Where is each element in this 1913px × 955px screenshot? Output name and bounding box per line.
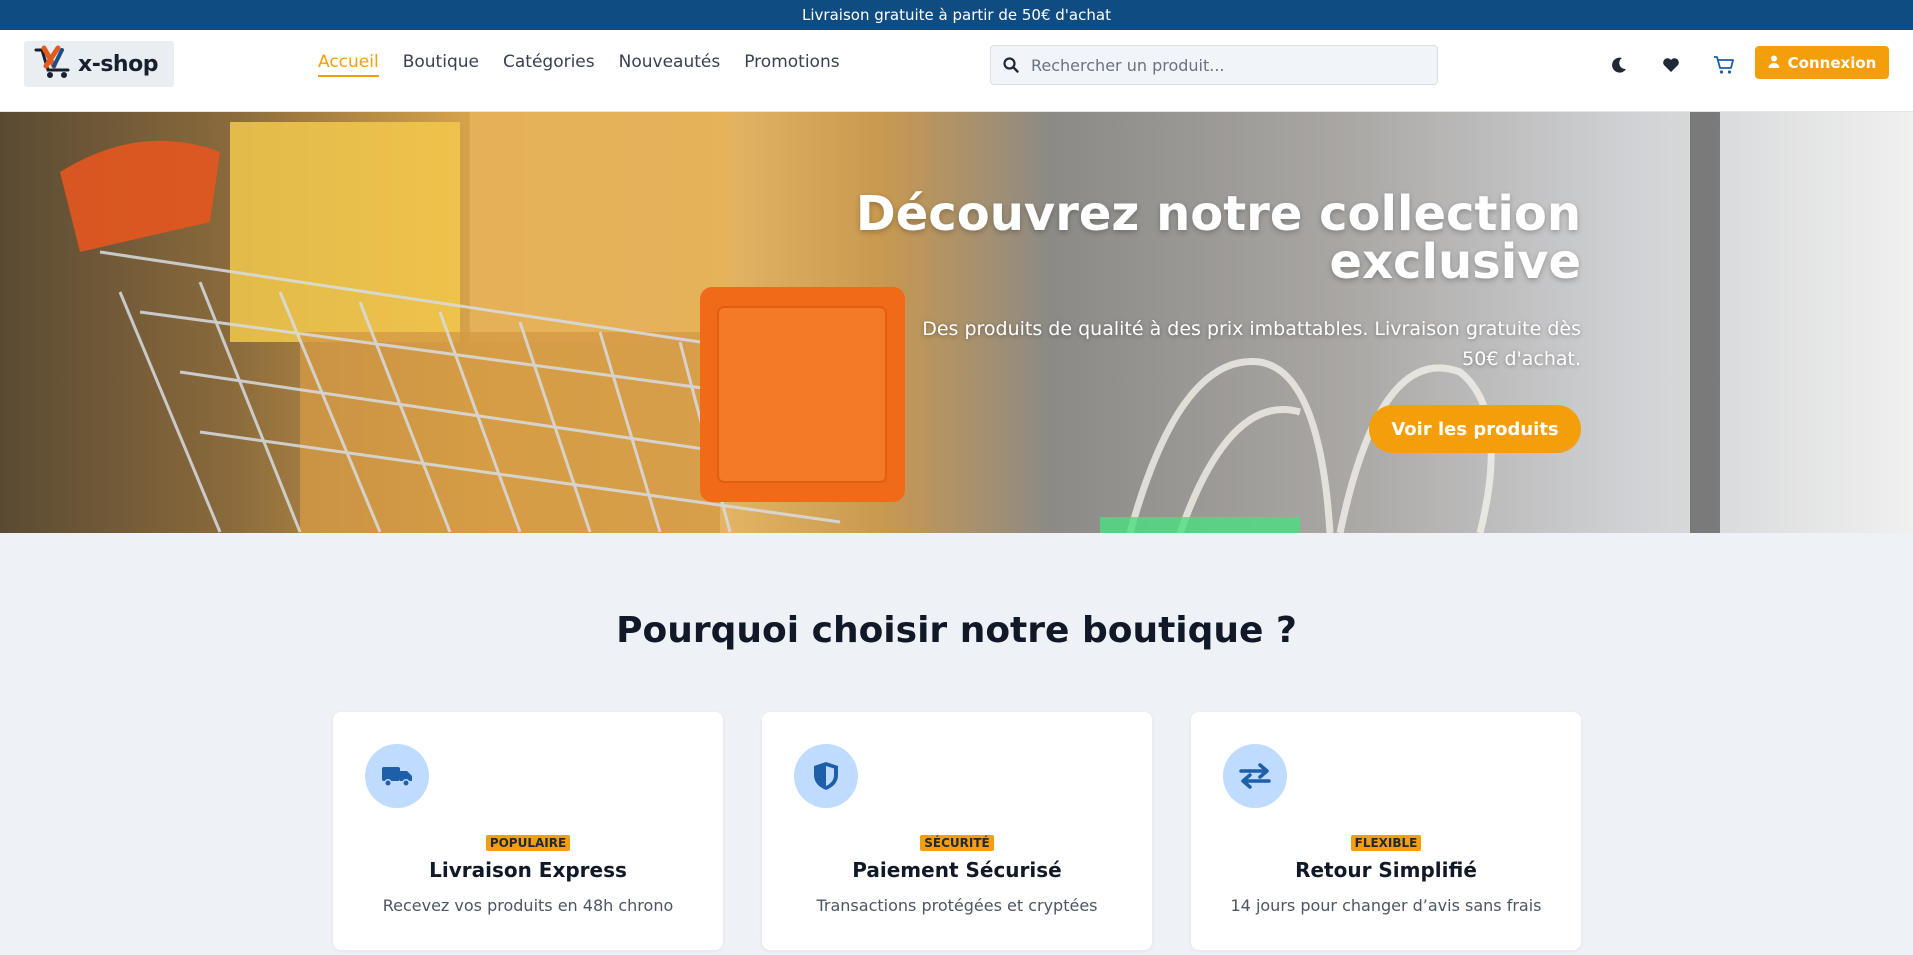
card-badge: FLEXIBLE [1350,835,1422,851]
truck-icon [365,744,429,808]
card-badge: SÉCURITÉ [920,835,994,851]
card-description: Recevez vos produits en 48h chrono [382,896,674,915]
card-title: Retour Simplifié [1295,858,1477,882]
site-header: x-shop Accueil Boutique Catégories Nouve… [0,30,1913,112]
card-title: Paiement Sécurisé [852,858,1062,882]
card-title: Livraison Express [429,858,627,882]
login-button[interactable]: Connexion [1755,46,1889,79]
login-label: Connexion [1787,53,1877,72]
promo-topbar: Livraison gratuite à partir de 50€ d'ach… [0,0,1913,30]
user-icon [1768,54,1780,72]
feature-card-returns: FLEXIBLE Retour Simplifié 14 jours pour … [1191,712,1581,950]
cart-logo-icon [32,44,76,84]
card-badge: POPULAIRE [485,835,571,851]
section-title: Pourquoi choisir notre boutique ? [616,610,1297,651]
nav-item-promotions[interactable]: Promotions [744,52,839,77]
logo[interactable]: x-shop [24,41,174,87]
promo-text: Livraison gratuite à partir de 50€ d'ach… [802,6,1111,24]
logo-text: x-shop [78,51,158,77]
moon-icon[interactable] [1606,52,1632,78]
cart-icon[interactable] [1711,52,1737,78]
nav-item-accueil[interactable]: Accueil [318,52,379,77]
feature-card-delivery: POPULAIRE Livraison Express Recevez vos … [333,712,723,950]
hero-subtitle: Des produits de qualité à des prix imbat… [922,318,1581,370]
hero-title: Découvrez notre collection exclusive [855,186,1581,290]
search-input[interactable] [1031,55,1421,75]
search-icon[interactable] [991,57,1031,73]
hero-banner: Découvrez notre collection exclusive Des… [0,112,1913,533]
heart-icon[interactable] [1658,52,1684,78]
nav-item-boutique[interactable]: Boutique [403,52,479,77]
feature-card-payment: SÉCURITÉ Paiement Sécurisé Transactions … [762,712,1152,950]
main-nav: Accueil Boutique Catégories Nouveautés P… [318,52,864,77]
exchange-icon [1223,744,1287,808]
shield-icon [794,744,858,808]
search-bar [990,45,1438,85]
nav-item-categories[interactable]: Catégories [503,52,595,77]
nav-item-nouveautes[interactable]: Nouveautés [619,52,721,77]
card-description: Transactions protégées et cryptées [816,896,1098,915]
view-products-button[interactable]: Voir les produits [1369,405,1581,453]
card-description: 14 jours pour changer d’avis sans frais [1230,896,1542,915]
